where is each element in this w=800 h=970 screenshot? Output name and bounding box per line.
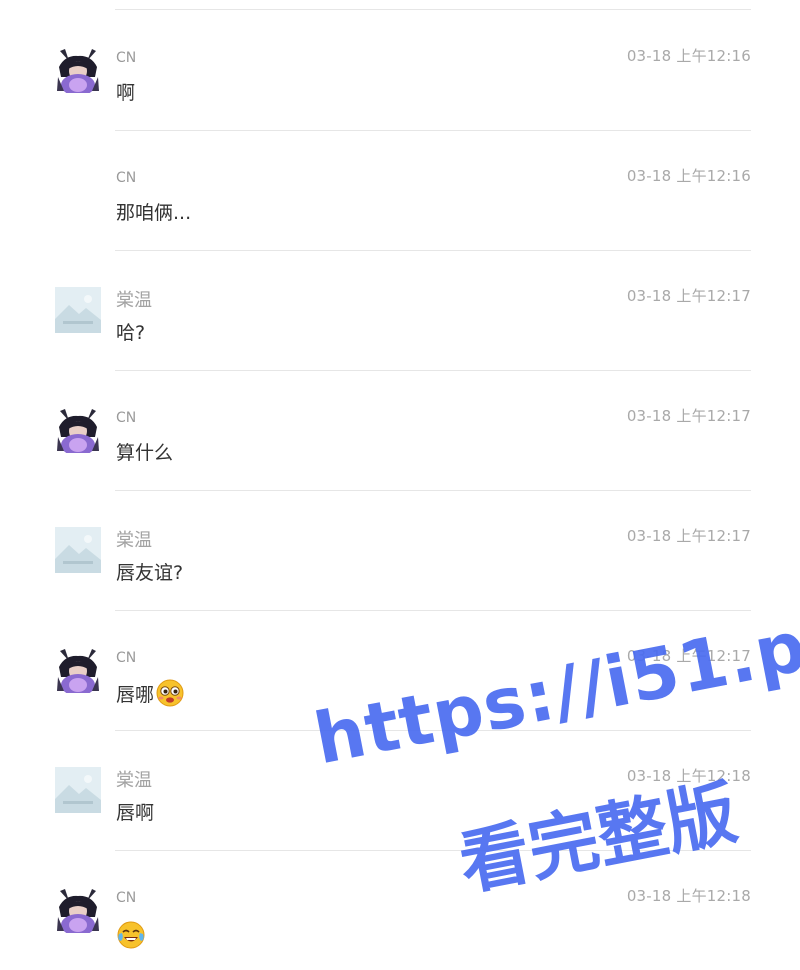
sender-name: CN [116,650,137,666]
sender-name: CN [116,410,137,426]
user-avatar-placeholder[interactable] [55,287,101,333]
message-row: CN 03-18 上午12:16 啊 [0,10,800,130]
drooling-face-emoji [155,678,185,708]
message-row: 棠温 03-18 上午12:17 哈? [0,250,800,370]
message-row: CN 03-18 上午12:17 算什么 [0,370,800,490]
sender-name: CN [116,50,137,66]
message-body: 唇哪 [116,678,185,708]
sender-name: 棠温 [116,770,152,791]
message-body: 那咱俩... [116,198,191,225]
message-timestamp: 03-18 上午12:17 [626,647,751,665]
message-timestamp: 03-18 上午12:17 [626,527,751,545]
message-timestamp: 03-18 上午12:17 [626,407,751,425]
user-avatar-cn[interactable] [55,647,101,693]
user-avatar-placeholder[interactable] [55,767,101,813]
sender-name: CN [116,170,137,186]
sender-name: 棠温 [116,530,152,551]
message-body: 唇啊 [116,798,154,825]
user-avatar-cn[interactable] [55,407,101,453]
message-text: 唇啊 [116,802,155,824]
user-avatar-cn[interactable] [55,47,101,93]
message-body: 唇友谊? [116,558,183,585]
sender-name: 棠温 [116,290,152,311]
message-timestamp: 03-18 上午12:18 [626,767,751,785]
message-row: CN 03-18 上午12:16 那咱俩... [0,130,800,250]
message-body: 哈? [116,318,145,345]
message-timestamp: 03-18 上午12:16 [626,167,751,185]
message-text: 哈? [116,322,146,344]
message-body: 算什么 [116,438,173,465]
message-timestamp: 03-18 上午12:16 [626,47,751,65]
message-body: 啊 [116,78,135,105]
message-body [116,918,146,950]
message-timestamp: 03-18 上午12:18 [626,887,751,905]
message-row: CN 03-18 上午12:17 唇哪 [0,610,800,730]
message-text: 啊 [116,82,136,104]
user-avatar-cn[interactable] [55,887,101,933]
message-text: 唇友谊? [116,562,184,584]
sender-name: CN [116,890,137,906]
message-row: 棠温 03-18 上午12:17 唇友谊? [0,490,800,610]
message-row: 棠温 03-18 上午12:18 唇啊 [0,730,800,850]
message-text: 唇哪 [116,683,155,706]
message-row: CN 03-18 上午12:18 [0,850,800,970]
tears-of-joy-emoji [116,920,146,950]
message-text: 那咱俩... [116,202,192,224]
message-timestamp: 03-18 上午12:17 [626,287,751,305]
user-avatar-placeholder[interactable] [55,527,101,573]
message-text: 算什么 [116,442,174,464]
